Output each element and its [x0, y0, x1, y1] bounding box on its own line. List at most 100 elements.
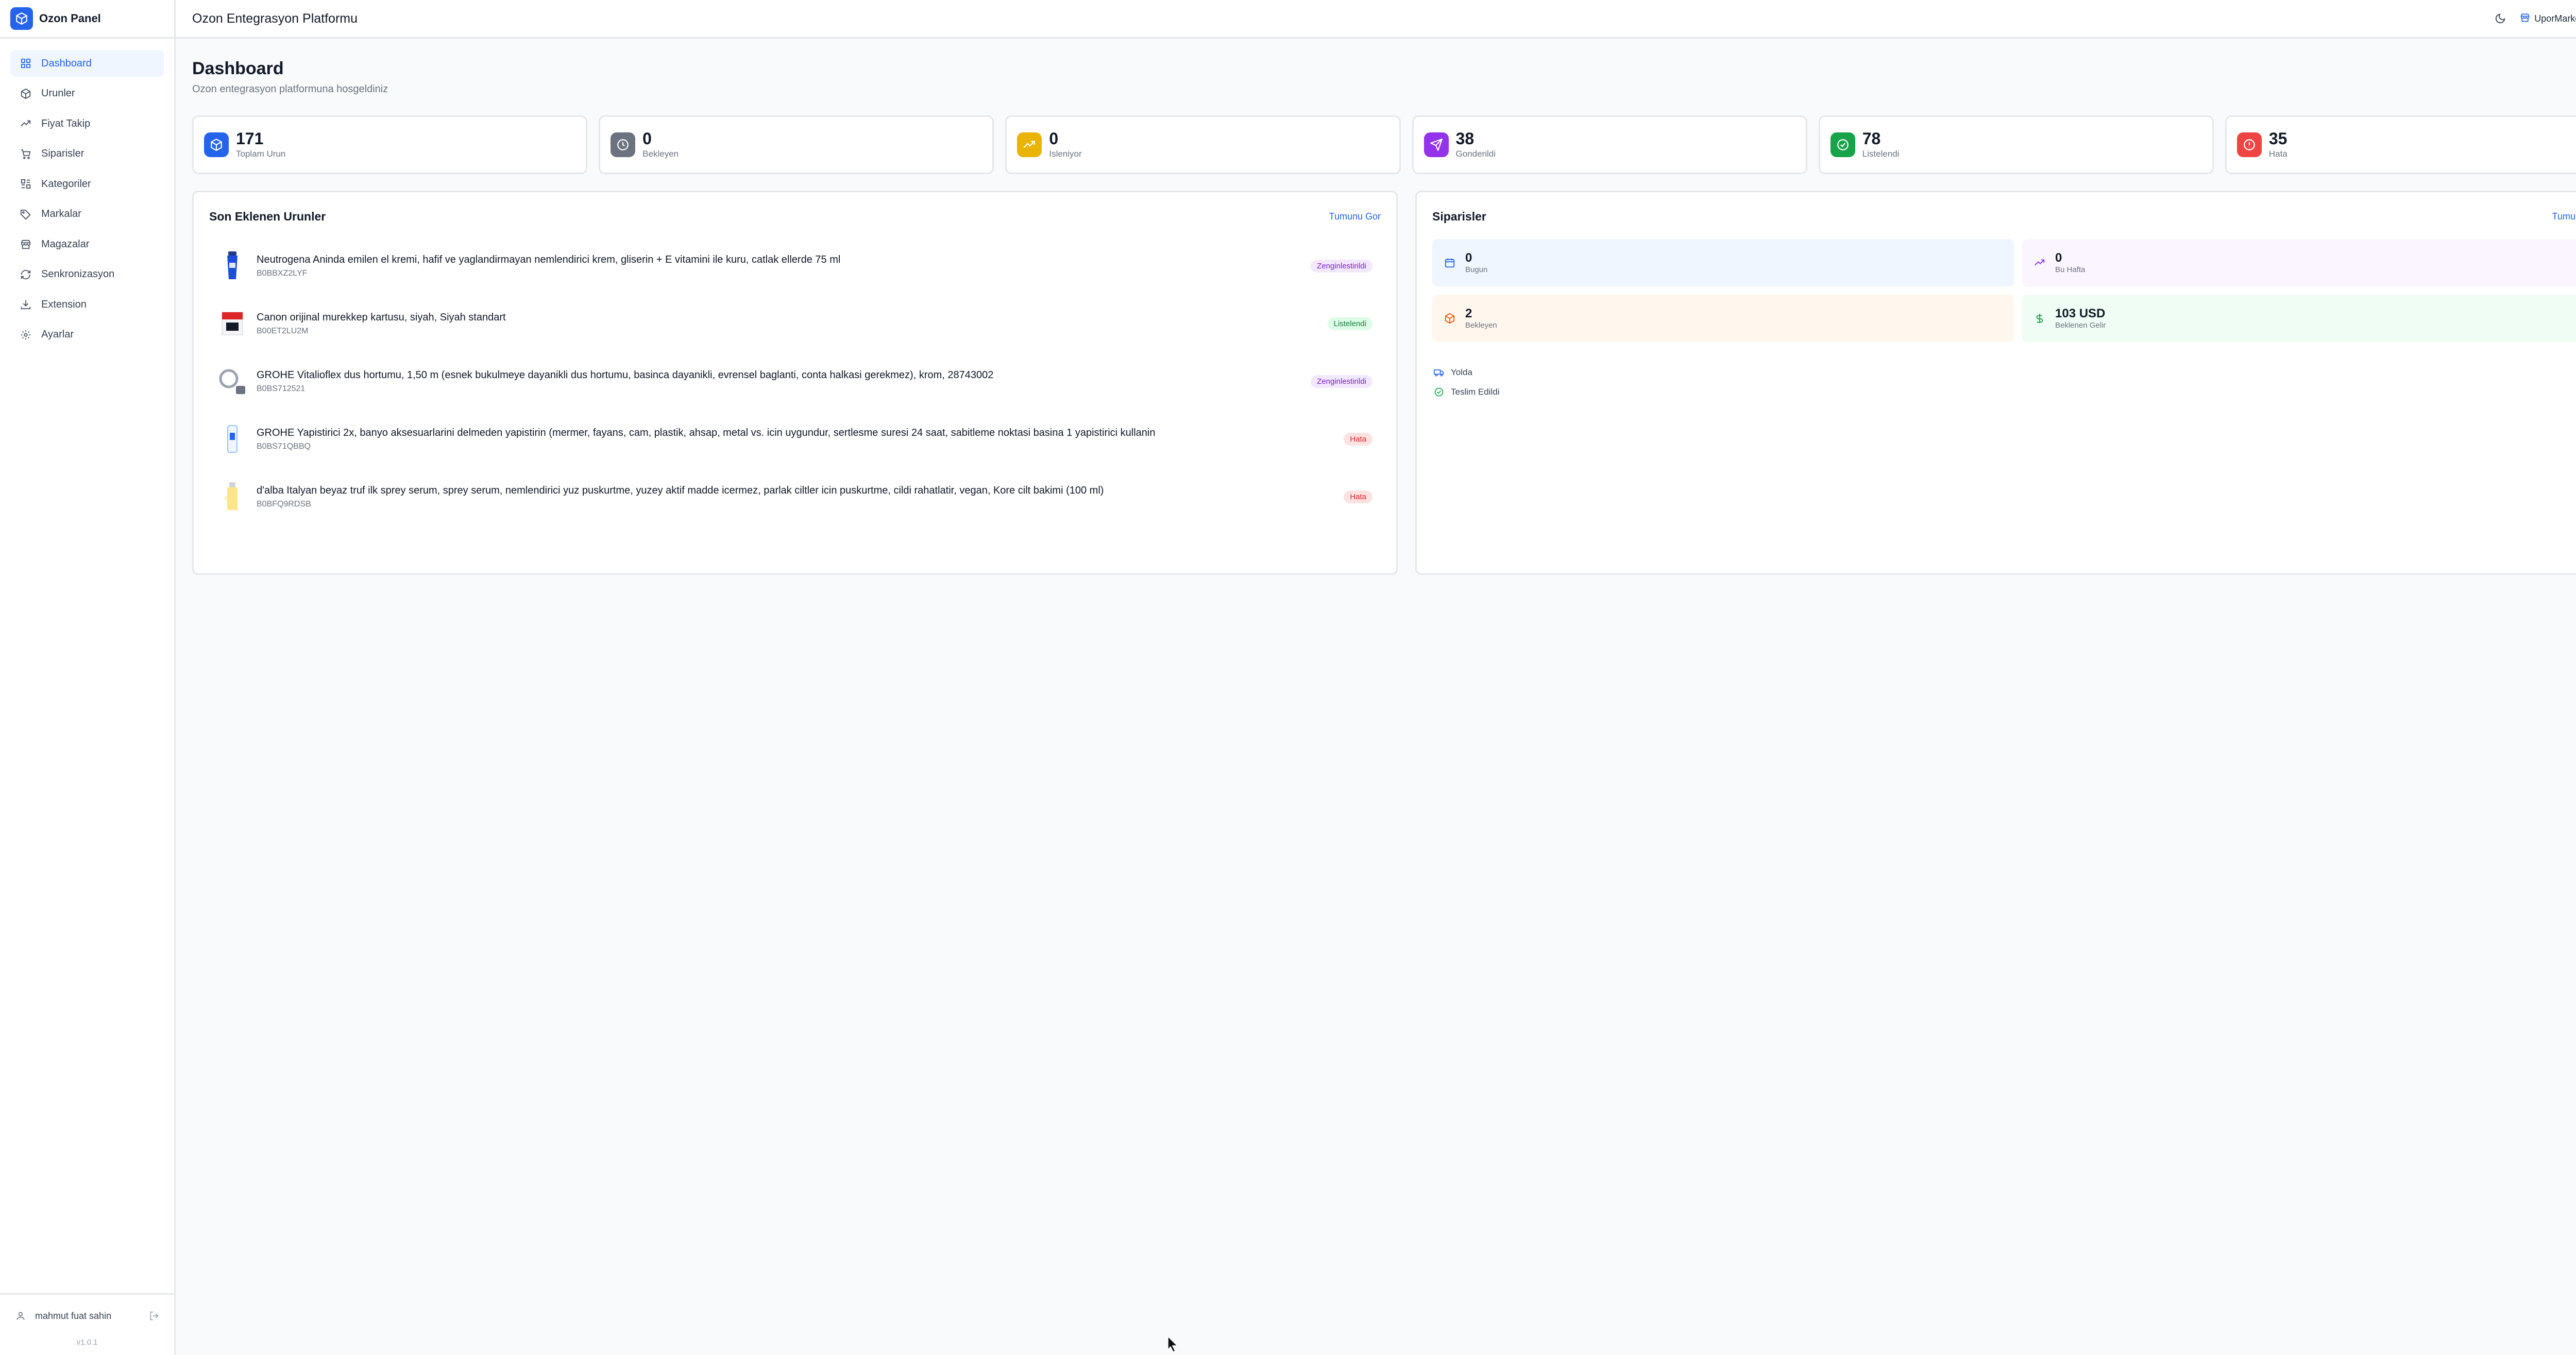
package-icon	[204, 132, 229, 157]
order-card-value: 0	[2055, 250, 2062, 265]
trending-up-icon	[1017, 132, 1042, 157]
order-card-label: Bugun	[1465, 265, 1488, 275]
product-name: GROHE Vitalioflex dus hortumu, 1,50 m (e…	[257, 369, 994, 381]
product-row[interactable]: Neutrogena Aninda emilen el kremi, hafif…	[209, 237, 1381, 295]
product-name: Canon orijinal murekkep kartusu, siyah, …	[257, 311, 506, 323]
page-title: Dashboard	[192, 59, 284, 78]
tags-icon	[19, 207, 33, 222]
app-title: Ozon Entegrasyon Platformu	[192, 11, 358, 26]
view-all-orders-link[interactable]: Tumunu Gor	[2552, 211, 2576, 222]
stat-card-toplam-urun: 171 Toplam Urun	[192, 115, 588, 174]
sidebar-item-magazalar[interactable]: Magazalar	[10, 231, 164, 258]
store-icon	[2520, 12, 2530, 25]
stat-label: Gonderildi	[1455, 148, 1496, 159]
moon-icon[interactable]	[2490, 8, 2511, 29]
sidebar-item-markalar[interactable]: Markalar	[10, 201, 164, 228]
package-icon	[19, 87, 33, 101]
sidebar-item-label: Dashboard	[41, 57, 92, 69]
package-icon	[1442, 310, 1458, 327]
stat-value: 35	[2268, 129, 2287, 148]
download-icon	[19, 297, 33, 312]
user-name: mahmut fuat sahin	[35, 1310, 112, 1321]
product-thumbnail	[216, 250, 248, 282]
logout-icon[interactable]	[147, 1309, 161, 1323]
store-name: UporMarket	[2534, 13, 2576, 24]
product-row[interactable]: GROHE Vitalioflex dus hortumu, 1,50 m (e…	[209, 352, 1381, 410]
page-subtitle: Ozon entegrasyon platformuna hosgeldiniz	[192, 83, 388, 95]
stat-value: 38	[1455, 129, 1475, 148]
alert-circle-icon	[2236, 132, 2262, 157]
product-list: Neutrogena Aninda emilen el kremi, hafif…	[194, 224, 1396, 526]
product-thumbnail	[216, 423, 248, 455]
categories-icon	[19, 177, 33, 191]
stat-card-gonderildi: 38 Gonderildi	[1412, 115, 1807, 174]
truck-icon	[1432, 366, 1446, 379]
stat-card-isleniyor: 0 Isleniyor	[1005, 115, 1401, 174]
stat-card-hata: 35 Hata	[2225, 115, 2576, 174]
stat-label: Hata	[2268, 148, 2287, 159]
sidebar-item-label: Markalar	[41, 208, 81, 219]
product-sku: B0BBXZ2LYF	[257, 268, 308, 278]
stat-value: 0	[1049, 129, 1059, 148]
sidebar-item-label: Magazalar	[41, 238, 90, 250]
shipping-label: Yolda	[1451, 367, 1472, 377]
product-row[interactable]: GROHE Yapistirici 2x, banyo aksesuarlari…	[209, 410, 1381, 468]
store-icon	[19, 237, 33, 251]
sidebar-item-ayarlar[interactable]: Ayarlar	[10, 321, 164, 348]
status-badge: Zenginlestirildi	[1311, 259, 1372, 273]
product-row[interactable]: Canon orijinal murekkep kartusu, siyah, …	[209, 295, 1381, 352]
stat-value: 78	[1862, 129, 1881, 148]
product-sku: B0BS71QBBQ	[257, 442, 311, 451]
recent-products-panel: Son Eklenen Urunler Tumunu Gor Neutrogen…	[192, 191, 1398, 575]
product-thumbnail	[216, 308, 248, 340]
sidebar-footer: mahmut fuat sahin v1.0.1	[0, 1293, 174, 1355]
order-card-bu-hafta: 0 Bu Hafta	[2022, 239, 2576, 286]
stats-row: 171 Toplam Urun 0 Bekleyen 0 Isleniyor 3…	[192, 115, 2576, 174]
stat-value: 0	[642, 129, 652, 148]
product-name: GROHE Yapistirici 2x, banyo aksesuarlari…	[257, 427, 1156, 438]
stat-card-listelendi: 78 Listelendi	[1818, 115, 2214, 174]
sidebar-item-urunler[interactable]: Urunler	[10, 80, 164, 107]
status-badge: Zenginlestirildi	[1311, 375, 1372, 388]
sidebar-item-extension[interactable]: Extension	[10, 291, 164, 318]
calendar-icon	[1442, 255, 1458, 271]
order-card-bekleyen: 2 Bekleyen	[1432, 295, 2014, 342]
product-name: d'alba Italyan beyaz truf ilk sprey seru…	[257, 484, 1104, 496]
sidebar-nav: Dashboard Urunler Fiyat Takip Siparisler…	[0, 39, 174, 348]
sidebar-item-label: Fiyat Takip	[41, 117, 91, 129]
product-sku: B0BS712521	[257, 384, 306, 393]
order-card-label: Beklenen Gelir	[2055, 321, 2106, 330]
sidebar-item-label: Ayarlar	[41, 329, 74, 340]
dashboard-icon	[19, 56, 33, 71]
dollar-icon	[2031, 310, 2048, 327]
check-circle-icon	[1432, 385, 1446, 399]
brand-name: Ozon Panel	[39, 12, 101, 25]
product-thumbnail	[216, 481, 248, 513]
trending-up-icon	[2031, 255, 2048, 271]
trending-up-icon	[19, 116, 33, 131]
order-card-label: Bekleyen	[1465, 321, 1497, 330]
clock-icon	[611, 132, 636, 157]
brand[interactable]: Ozon Panel	[0, 0, 174, 39]
sidebar-item-senkronizasyon[interactable]: Senkronizasyon	[10, 261, 164, 288]
order-card-value: 0	[1465, 250, 1472, 265]
sidebar-item-siparisler[interactable]: Siparisler	[10, 141, 164, 167]
stat-label: Listelendi	[1862, 148, 1900, 159]
package-logo-icon	[10, 7, 33, 30]
sidebar-item-kategoriler[interactable]: Kategoriler	[10, 171, 164, 197]
status-badge: Listelendi	[1327, 317, 1372, 330]
sidebar-item-dashboard[interactable]: Dashboard	[10, 50, 164, 77]
status-badge: Hata	[1344, 490, 1372, 503]
sidebar-item-label: Urunler	[41, 88, 75, 99]
order-card-value: 103 USD	[2055, 306, 2106, 320]
product-row[interactable]: d'alba Italyan beyaz truf ilk sprey seru…	[209, 468, 1381, 526]
user-icon	[13, 1309, 28, 1323]
order-summary-grid: 0 Bugun 0 Bu Hafta 2 Bekleyen 103 USD Be…	[1417, 224, 2576, 342]
view-all-products-link[interactable]: Tumunu Gor	[1329, 211, 1381, 222]
product-thumbnail	[216, 365, 248, 397]
store-switcher[interactable]: UporMarket TR	[2517, 9, 2576, 28]
user-profile: mahmut fuat sahin	[0, 1295, 174, 1327]
sidebar-item-fiyat-takip[interactable]: Fiyat Takip	[10, 110, 164, 137]
order-card-label: Bu Hafta	[2055, 265, 2086, 275]
stat-label: Isleniyor	[1049, 148, 1082, 159]
